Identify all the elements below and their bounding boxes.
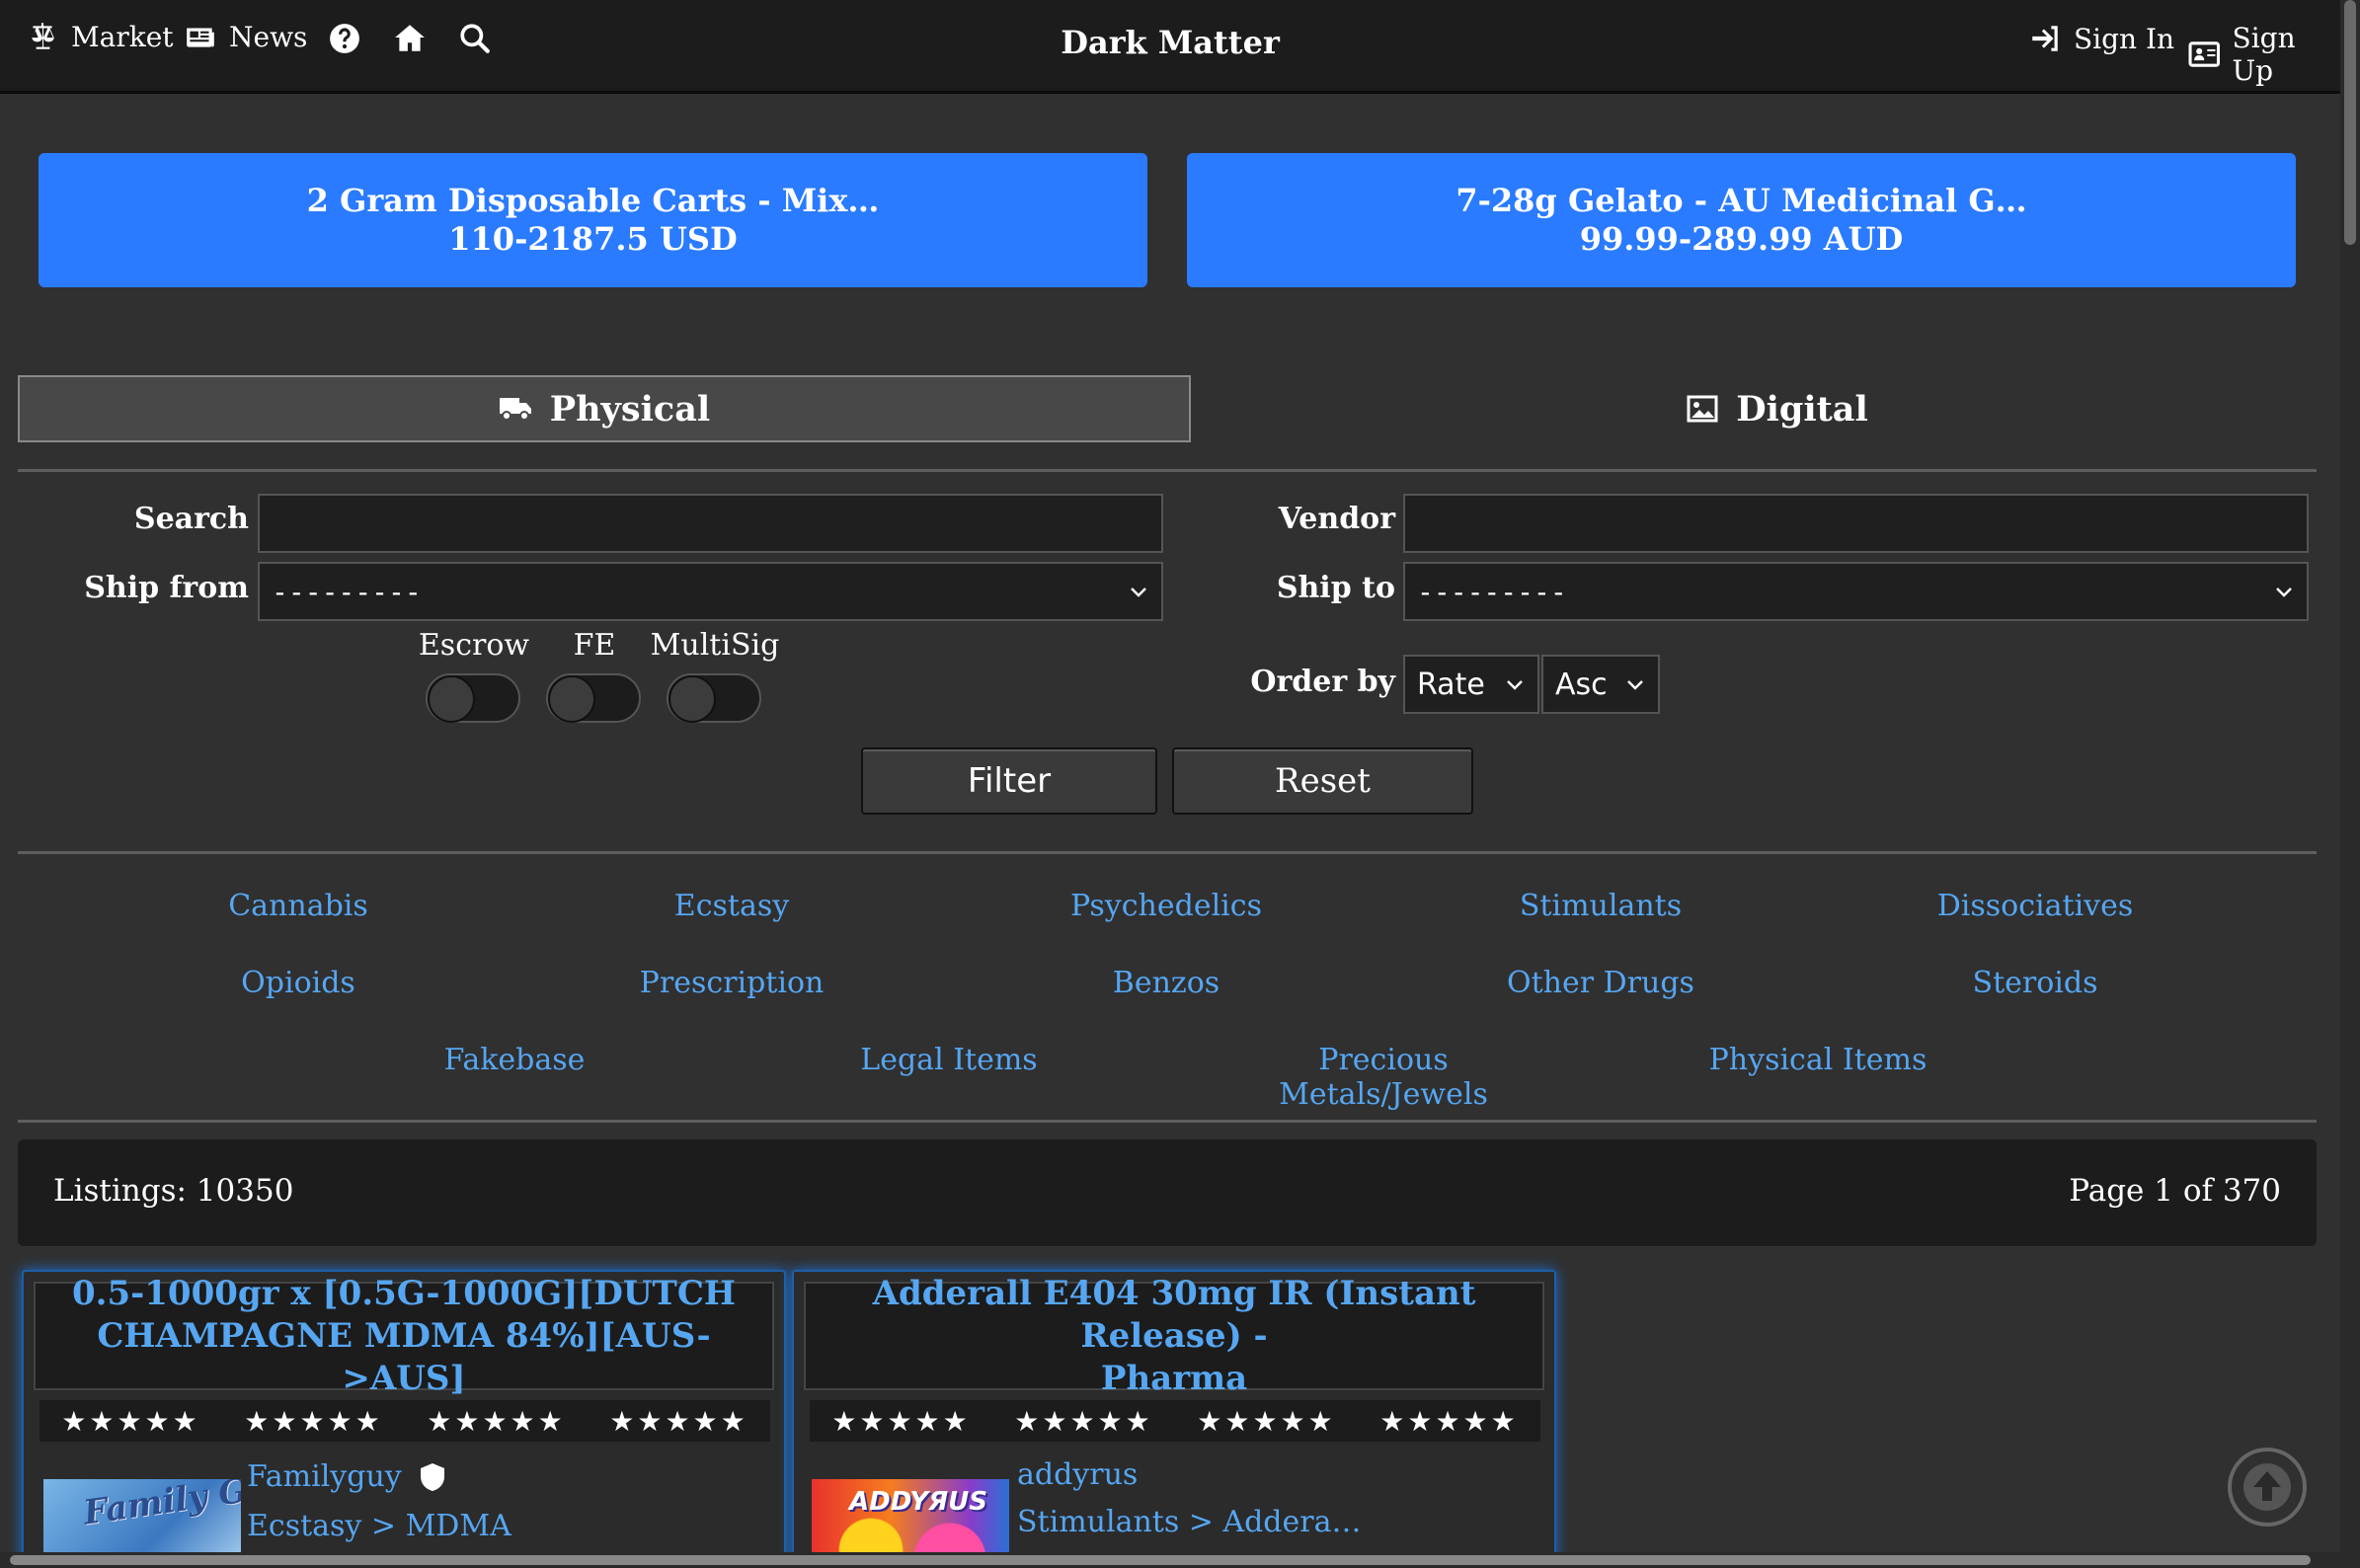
featured-price: 110-2187.5 USD	[448, 220, 738, 258]
horizontal-scrollbar-thumb[interactable]	[10, 1555, 2311, 1565]
listing-category-link[interactable]: Ecstasy > MDMA	[247, 1509, 511, 1543]
category-link[interactable]: Other Drugs	[1453, 966, 1749, 1000]
star-group: ★★★★★	[427, 1404, 566, 1438]
listing-category-link[interactable]: Stimulants > Addera…	[1017, 1505, 1362, 1539]
order-by-value: Rate	[1417, 666, 1485, 702]
search-label: Search	[133, 502, 249, 536]
star-group: ★★★★★	[1379, 1404, 1519, 1438]
tab-physical-label: Physical	[549, 388, 711, 430]
featured-listing-1[interactable]: 2 Gram Disposable Carts - Mix… 110-2187.…	[39, 153, 1147, 287]
category-link[interactable]: Precious Metals/Jewels	[1216, 1043, 1551, 1112]
fe-label: FE	[573, 628, 616, 663]
category-link[interactable]: Opioids	[150, 966, 446, 1000]
reset-button[interactable]: Reset	[1172, 747, 1473, 815]
thumbnail-logo-text: ADDYЯUS	[849, 1487, 987, 1517]
tab-physical[interactable]: Physical	[18, 375, 1191, 442]
featured-listing-2[interactable]: 7-28g Gelato - AU Medicinal G… 99.99-289…	[1187, 153, 2296, 287]
vertical-scrollbar-thumb[interactable]	[2344, 0, 2356, 245]
escrow-label: Escrow	[418, 628, 530, 663]
category-link[interactable]: Stimulants	[1453, 889, 1749, 923]
escrow-toggle[interactable]	[426, 673, 520, 723]
ship-from-label: Ship from	[84, 571, 249, 605]
tab-digital-label: Digital	[1736, 388, 1868, 430]
search-input[interactable]	[258, 494, 1163, 553]
star-group: ★★★★★	[831, 1404, 971, 1438]
rating-stars: ★★★★★ ★★★★★ ★★★★★ ★★★★★	[810, 1400, 1540, 1442]
category-link[interactable]: Fakebase	[366, 1043, 663, 1077]
id-card-icon	[2188, 41, 2221, 67]
scroll-to-top-button[interactable]	[2228, 1448, 2307, 1527]
order-by-select[interactable]: Rate	[1403, 655, 1539, 714]
vendor-link[interactable]: Familyguy	[247, 1459, 447, 1494]
ship-to-value: ---------	[1417, 575, 1567, 608]
divider	[18, 1120, 2317, 1123]
sign-up-label: Sign Up	[2232, 22, 2296, 87]
star-group: ★★★★★	[61, 1404, 200, 1438]
category-link[interactable]: Prescription	[584, 966, 880, 1000]
category-link[interactable]: Legal Items	[801, 1043, 1097, 1077]
listings-count: Listings: 10350	[53, 1173, 294, 1209]
sign-in-link[interactable]: Sign In	[2028, 22, 2174, 55]
listing-title[interactable]: 0.5-1000gr x [0.5G-1000G][DUTCH CHAMPAGNE…	[34, 1274, 774, 1398]
toggle-knob	[669, 675, 716, 723]
vendor-link[interactable]: addyrus	[1017, 1457, 1138, 1492]
listings-bar: Listings: 10350 Page 1 of 370	[18, 1139, 2317, 1246]
chevron-down-icon	[1131, 588, 1146, 597]
page-indicator: Page 1 of 370	[2069, 1173, 2281, 1209]
navbar: Market News Dark Matter Sign In Sign Up	[0, 0, 2340, 94]
site-title: Dark Matter	[1061, 24, 1280, 61]
multisig-toggle[interactable]	[667, 673, 761, 723]
image-icon	[1687, 395, 1718, 423]
truck-icon	[499, 398, 531, 421]
category-link[interactable]: Cannabis	[150, 889, 446, 923]
featured-title: 7-28g Gelato - AU Medicinal G…	[1455, 182, 2027, 219]
category-link[interactable]: Ecstasy	[584, 889, 880, 923]
thumbnail-logo-text: Family Guy	[81, 1479, 241, 1533]
category-link[interactable]: Benzos	[1018, 966, 1314, 1000]
arrow-up-circle-icon	[2243, 1463, 2291, 1511]
listing-card[interactable]: 0.5-1000gr x [0.5G-1000G][DUTCH CHAMPAGNE…	[22, 1270, 786, 1566]
star-group: ★★★★★	[1197, 1404, 1336, 1438]
star-group: ★★★★★	[1014, 1404, 1153, 1438]
fe-toggle[interactable]	[546, 673, 641, 723]
star-group: ★★★★★	[244, 1404, 383, 1438]
divider	[18, 851, 2317, 854]
category-link[interactable]: Psychedelics	[1018, 889, 1314, 923]
toggle-knob	[548, 675, 595, 723]
ship-from-select[interactable]: ---------	[258, 562, 1163, 621]
category-link[interactable]: Dissociatives	[1887, 889, 2183, 923]
divider	[18, 469, 2317, 472]
featured-price: 99.99-289.99 AUD	[1579, 220, 1904, 258]
order-direction-value: Asc	[1555, 666, 1608, 702]
star-group: ★★★★★	[609, 1404, 748, 1438]
sign-in-icon	[2032, 26, 2058, 51]
order-by-label: Order by	[1250, 665, 1395, 699]
multisig-label: MultiSig	[650, 628, 780, 663]
rating-stars: ★★★★★ ★★★★★ ★★★★★ ★★★★★	[39, 1400, 770, 1442]
featured-title: 2 Gram Disposable Carts - Mix…	[306, 182, 880, 219]
tab-digital[interactable]: Digital	[1191, 375, 2360, 442]
ship-to-label: Ship to	[1276, 571, 1395, 605]
order-direction-select[interactable]: Asc	[1541, 655, 1660, 714]
shield-icon	[420, 1462, 444, 1491]
toggle-knob	[428, 675, 475, 723]
listing-card[interactable]: Adderall E404 30mg IR (Instant Release) …	[792, 1270, 1556, 1566]
filter-button[interactable]: Filter	[861, 747, 1157, 815]
vendor-input[interactable]	[1403, 494, 2309, 553]
sign-in-label: Sign In	[2074, 22, 2175, 55]
ship-to-select[interactable]: ---------	[1403, 562, 2309, 621]
listing-title[interactable]: Adderall E404 30mg IR (Instant Release) …	[804, 1274, 1544, 1398]
category-link[interactable]: Physical Items	[1670, 1043, 1966, 1077]
chevron-down-icon	[2276, 588, 2292, 597]
ship-from-value: ---------	[272, 575, 422, 608]
vendor-label: Vendor	[1278, 502, 1395, 536]
chevron-down-icon	[1507, 680, 1523, 690]
sign-up-link[interactable]: Sign Up	[2188, 22, 2340, 87]
chevron-down-icon	[1627, 680, 1643, 690]
category-link[interactable]: Steroids	[1887, 966, 2183, 1000]
